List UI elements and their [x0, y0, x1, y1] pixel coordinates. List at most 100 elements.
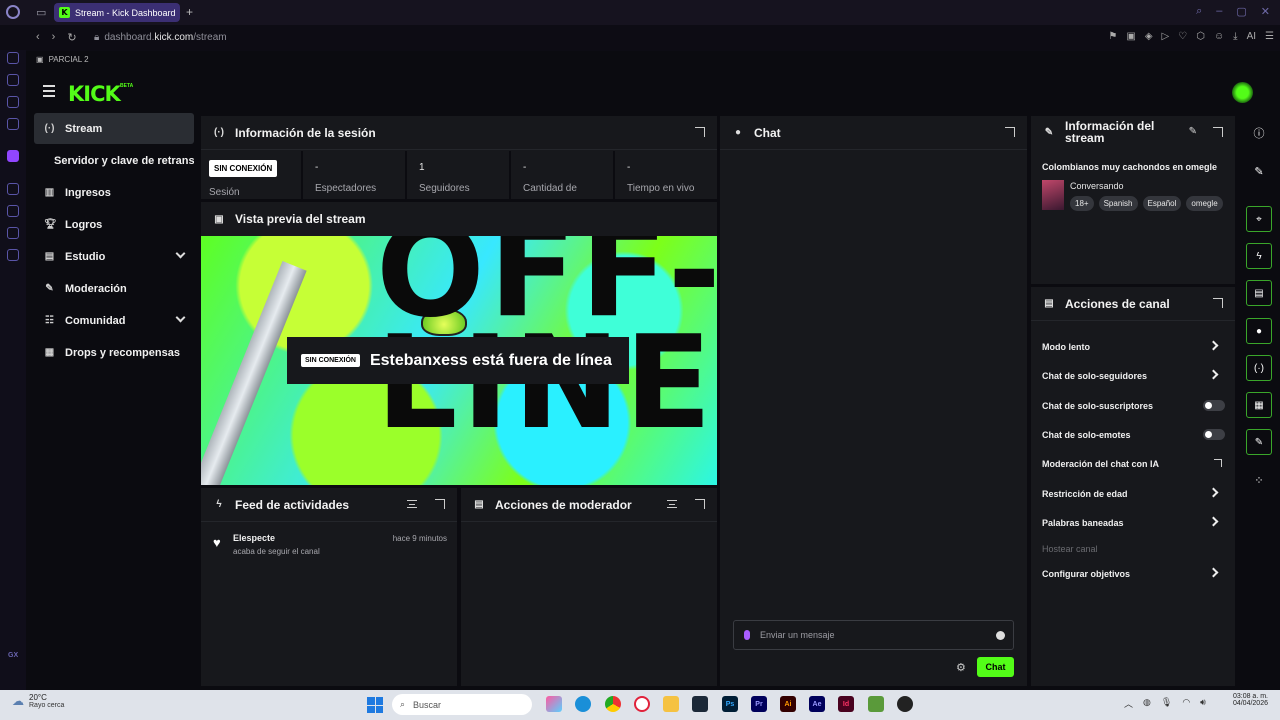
clipboard-icon[interactable]: ▤ [1246, 280, 1272, 306]
after-effects-icon[interactable]: Ae [809, 696, 825, 712]
chat-send-button[interactable]: Chat [977, 657, 1014, 677]
tag[interactable]: Español [1142, 196, 1182, 211]
volume-icon[interactable]: 🔊︎ [1200, 697, 1206, 710]
ai-button[interactable]: AI [1247, 31, 1256, 42]
broadcast-icon[interactable]: (·) [1246, 355, 1272, 381]
popout-icon[interactable] [1213, 127, 1223, 137]
forward-icon[interactable]: › [52, 31, 56, 44]
reload-icon[interactable]: ↻ [67, 31, 76, 44]
maximize-icon[interactable]: ▢ [1236, 5, 1246, 18]
shield-icon[interactable]: ◈ [1145, 31, 1153, 42]
back-icon[interactable]: ‹ [36, 31, 40, 44]
tag[interactable]: omegle [1186, 196, 1223, 211]
settings-icon[interactable] [7, 249, 19, 261]
activity-user[interactable]: Elespecte [233, 533, 275, 543]
extensions-icon[interactable]: ⬡ [1196, 31, 1205, 42]
mic-icon[interactable] [744, 630, 750, 640]
snapshot-icon[interactable]: ▣ [1126, 31, 1135, 42]
nav-item-studio[interactable]: ▤ Estudio [34, 241, 194, 272]
nav-item-server-key[interactable]: Servidor y clave de retransmisión [34, 145, 194, 176]
edit-icon[interactable]: ✎ [1246, 161, 1272, 181]
close-icon[interactable]: ✕ [1261, 5, 1270, 18]
windows-start-icon[interactable] [367, 697, 383, 713]
weather-widget[interactable]: ☁ 20°C Rayo cerca [12, 693, 64, 709]
profile-icon[interactable]: ☺ [1214, 31, 1224, 42]
minimize-icon[interactable]: – [1216, 5, 1222, 18]
nav-item-achievements[interactable]: 🏆︎ Logros [34, 209, 194, 240]
gear-icon[interactable]: ⚙ [956, 661, 966, 674]
banned-words-row[interactable]: Palabras baneadas [1042, 508, 1225, 537]
emote-icon[interactable] [996, 631, 1005, 640]
ai-moderation-row[interactable]: Moderación del chat con IA [1042, 449, 1225, 478]
popout-icon[interactable] [1005, 127, 1015, 137]
bolt-icon[interactable]: ϟ [1246, 243, 1272, 269]
photoshop-icon[interactable]: Ps [722, 696, 738, 712]
url-field[interactable]: 🔒︎ dashboard.kick.com/stream [94, 32, 227, 43]
bookmark-icon[interactable]: ⚑ [1108, 31, 1117, 42]
nav-item-community[interactable]: ☷ Comunidad [34, 305, 194, 336]
edit-icon[interactable]: ✎ [1189, 126, 1197, 137]
sidebar-app-icon[interactable] [7, 74, 19, 86]
popout-icon[interactable] [1213, 298, 1223, 308]
sidebar-app-icon[interactable] [7, 227, 19, 239]
sidebar-app-icon[interactable] [7, 52, 19, 64]
popout-icon[interactable] [695, 499, 705, 509]
minecraft-icon[interactable] [868, 696, 884, 712]
category-thumbnail[interactable] [1042, 180, 1064, 210]
browser-tab-active[interactable]: K Stream - Kick Dashboard [54, 3, 180, 22]
tag[interactable]: Spanish [1098, 196, 1138, 211]
copilot-icon[interactable] [546, 696, 562, 712]
twitch-icon[interactable] [7, 150, 19, 162]
nav-item-income[interactable]: ▥ Ingresos [34, 177, 194, 208]
illustrator-icon[interactable]: Ai [780, 696, 796, 712]
avatar[interactable] [1232, 82, 1253, 103]
tag[interactable]: 18+ [1070, 196, 1094, 211]
filter-icon[interactable] [407, 500, 417, 508]
play-icon[interactable]: ▷ [1162, 31, 1170, 42]
dots-icon[interactable]: ⁘ [1246, 470, 1272, 490]
subscribers-only-toggle[interactable] [1203, 400, 1225, 411]
stream-category[interactable]: Conversando [1070, 181, 1124, 191]
tab-switcher-icon[interactable]: ▭ [36, 6, 46, 19]
popout-icon[interactable] [435, 499, 445, 509]
filter-icon[interactable] [667, 500, 677, 508]
folder-icon[interactable] [663, 696, 679, 712]
new-tab-icon[interactable]: + [186, 5, 193, 19]
target-icon[interactable]: ⌖ [1246, 206, 1272, 232]
security-icon[interactable]: ◍ [1143, 697, 1151, 710]
kick-logo[interactable]: KICK [68, 82, 121, 106]
set-goals-row[interactable]: Configurar objetivos [1042, 559, 1225, 588]
app-icon[interactable] [897, 696, 913, 712]
popout-icon[interactable] [695, 127, 705, 137]
wifi-icon[interactable]: ◠ [1182, 697, 1190, 710]
sidebar-app-icon[interactable] [7, 118, 19, 130]
emotes-only-toggle[interactable] [1203, 429, 1225, 440]
bookmark-item[interactable]: PARCIAL 2 [49, 55, 89, 64]
followers-only-row[interactable]: Chat de solo-seguidores [1042, 361, 1225, 390]
download-icon[interactable]: ⤓ [1233, 31, 1237, 42]
sidebar-app-icon[interactable] [7, 96, 19, 108]
taskbar-clock[interactable]: 03:08 a. m. 04/04/2026 [1222, 693, 1268, 707]
menu-icon[interactable]: ☰ [1265, 31, 1274, 42]
nav-item-drops[interactable]: ▦ Drops y recompensas [34, 337, 194, 368]
edge-icon[interactable] [575, 696, 591, 712]
chevron-up-icon[interactable]: ︿ [1124, 697, 1133, 710]
info-icon[interactable]: ⓘ [1246, 123, 1272, 143]
opera-icon[interactable] [634, 696, 650, 712]
layout-icon[interactable]: ▦ [1246, 392, 1272, 418]
sidebar-app-icon[interactable] [7, 183, 19, 195]
wrench-icon[interactable]: ✎ [1246, 429, 1272, 455]
hamburger-menu-icon[interactable] [43, 85, 55, 100]
opera-logo-icon[interactable] [6, 5, 20, 19]
premiere-icon[interactable]: Pr [751, 696, 767, 712]
chrome-icon[interactable] [605, 696, 621, 712]
nav-item-stream[interactable]: (·) Stream [34, 113, 194, 144]
sidebar-app-icon[interactable] [7, 205, 19, 217]
steam-icon[interactable] [692, 696, 708, 712]
mic-icon[interactable]: 🎙︎ [1161, 697, 1172, 710]
heart-icon[interactable]: ♡ [1178, 31, 1187, 42]
slow-mode-row[interactable]: Modo lento [1042, 332, 1225, 361]
chat-icon[interactable]: ● [1246, 318, 1272, 344]
age-restriction-row[interactable]: Restricción de edad [1042, 479, 1225, 508]
chat-input[interactable]: Enviar un mensaje [733, 620, 1014, 650]
